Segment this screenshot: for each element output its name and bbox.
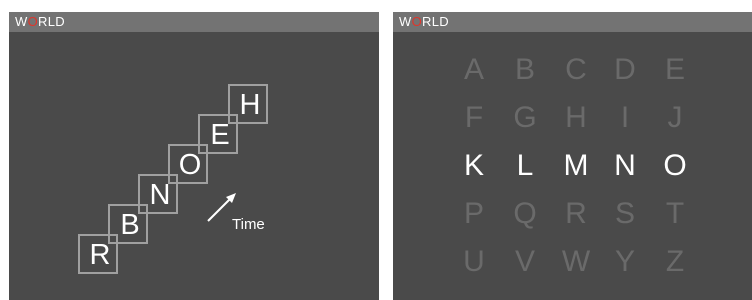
right-panel: WORLD ABCDEFGHIJKLMNOPQRSTUVWYZ	[393, 12, 752, 300]
grid-letter: S	[614, 197, 635, 230]
title-before: W	[15, 14, 28, 29]
grid-letter: F	[464, 101, 484, 134]
grid-letter: V	[514, 245, 535, 278]
grid-letter: L	[516, 149, 534, 182]
grid-letter: P	[463, 197, 484, 230]
title-after: RLD	[38, 14, 65, 29]
grid-letter: J	[667, 101, 683, 134]
title-bar: WORLD	[9, 12, 379, 32]
grid-letter: A	[463, 53, 484, 86]
grid-letter: Z	[665, 245, 685, 278]
grid-letter: C	[565, 53, 587, 86]
title-highlight: O	[411, 14, 422, 29]
grid-letter: I	[620, 101, 630, 134]
title-bar: WORLD	[393, 12, 752, 32]
grid-letter: W	[561, 245, 591, 278]
grid-letter: M	[563, 149, 589, 182]
grid-letter: B	[514, 53, 535, 86]
left-panel: WORLD RBNOEH Time	[9, 12, 379, 300]
sequence-letter: H	[239, 89, 261, 121]
title-highlight: O	[27, 14, 38, 29]
grid-letter: H	[565, 101, 587, 134]
title-after: RLD	[422, 14, 449, 29]
grid-letter: E	[664, 53, 685, 86]
panel-title: WORLD	[399, 14, 449, 30]
grid-letter: Q	[513, 197, 537, 230]
grid-letter: K	[463, 149, 484, 182]
grid-letter: D	[614, 53, 636, 86]
panel-title: WORLD	[15, 14, 65, 30]
title-before: W	[399, 14, 412, 29]
time-label: Time	[232, 216, 265, 233]
grid-letter: T	[665, 197, 685, 230]
grid-letter: U	[463, 245, 485, 278]
grid-letter: Y	[614, 245, 635, 278]
grid-letter: N	[614, 149, 636, 182]
grid-letter: O	[663, 149, 687, 182]
grid-letter: R	[565, 197, 587, 230]
grid-letter: G	[513, 101, 537, 134]
